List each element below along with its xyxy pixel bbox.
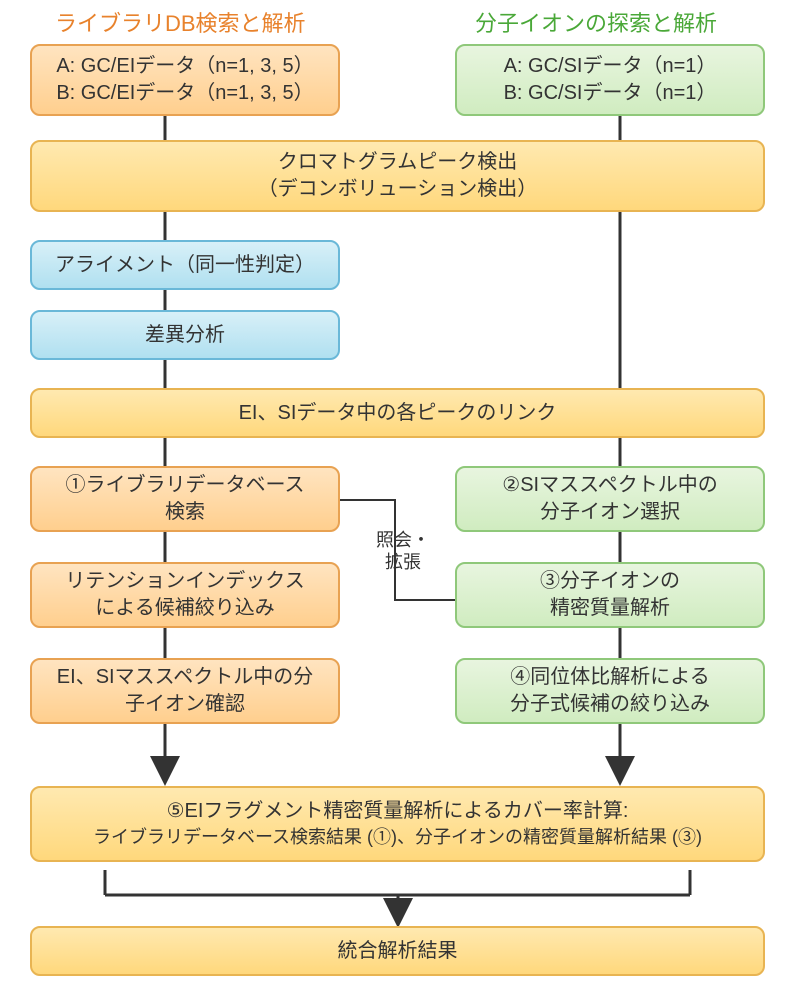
si-data-line-a: A: GC/SIデータ（n=1） (504, 53, 717, 80)
retention-l1: リテンションインデックス (65, 568, 304, 595)
box-ei-si-ion: EI、SIマススペクトル中の分 子イオン確認 (30, 658, 340, 724)
box-mol-ion: ③分子イオンの 精密質量解析 (455, 562, 765, 628)
box-diff: 差異分析 (30, 310, 340, 360)
mol-ion-l2: 精密質量解析 (550, 595, 670, 622)
box-ei-data: A: GC/EIデータ（n=1, 3, 5） B: GC/EIデータ（n=1, … (30, 44, 340, 116)
retention-l2: による候補絞り込み (95, 595, 274, 622)
chromatogram-l2: （デコンボリューション検出） (258, 176, 538, 203)
box-chromatogram: クロマトグラムピーク検出 （デコンボリューション検出） (30, 140, 765, 212)
diff-text: 差異分析 (145, 322, 225, 349)
ei-si-ion-l2: 子イオン確認 (125, 691, 245, 718)
fragment-l2: ライブラリデータベース検索結果 (①)、分子イオンの精密質量解析結果 (③) (93, 825, 702, 849)
ei-data-line-a: A: GC/EIデータ（n=1, 3, 5） (56, 53, 313, 80)
box-result: 統合解析結果 (30, 926, 765, 976)
isotope-l2: 分子式候補の絞り込み (510, 691, 710, 718)
header-right: 分子イオンの探索と解析 (475, 6, 717, 38)
lib-search-l2: 検索 (165, 499, 205, 526)
shoukai-l2: 拡張 (368, 552, 438, 574)
alignment-text: アライメント（同一性判定） (55, 252, 315, 279)
ei-data-line-b: B: GC/EIデータ（n=1, 3, 5） (56, 80, 313, 107)
isotope-l1: ④同位体比解析による (510, 664, 709, 691)
ei-si-ion-l1: EI、SIマススペクトル中の分 (57, 664, 313, 691)
box-si-mass: ②SIマススペクトル中の 分子イオン選択 (455, 466, 765, 532)
si-mass-l2: 分子イオン選択 (540, 499, 680, 526)
box-retention: リテンションインデックス による候補絞り込み (30, 562, 340, 628)
annotation-shoukai: 照会・ 拡張 (368, 530, 438, 573)
header-left: ライブラリDB検索と解析 (55, 6, 306, 38)
box-isotope: ④同位体比解析による 分子式候補の絞り込み (455, 658, 765, 724)
mol-ion-l1: ③分子イオンの (540, 568, 680, 595)
lib-search-l1: ①ライブラリデータベース (66, 472, 305, 499)
result-text: 統合解析結果 (338, 938, 458, 965)
link-text: EI、SIデータ中の各ピークのリンク (239, 400, 557, 427)
si-data-line-b: B: GC/SIデータ（n=1） (504, 80, 717, 107)
shoukai-l1: 照会・ (368, 530, 438, 552)
box-si-data: A: GC/SIデータ（n=1） B: GC/SIデータ（n=1） (455, 44, 765, 116)
box-link: EI、SIデータ中の各ピークのリンク (30, 388, 765, 438)
box-fragment: ⑤EIフラグメント精密質量解析によるカバー率計算: ライブラリデータベース検索結… (30, 786, 765, 862)
chromatogram-l1: クロマトグラムピーク検出 (278, 149, 517, 176)
box-alignment: アライメント（同一性判定） (30, 240, 340, 290)
si-mass-l1: ②SIマススペクトル中の (502, 472, 717, 499)
box-lib-search: ①ライブラリデータベース 検索 (30, 466, 340, 532)
fragment-l1: ⑤EIフラグメント精密質量解析によるカバー率計算: (167, 798, 629, 825)
